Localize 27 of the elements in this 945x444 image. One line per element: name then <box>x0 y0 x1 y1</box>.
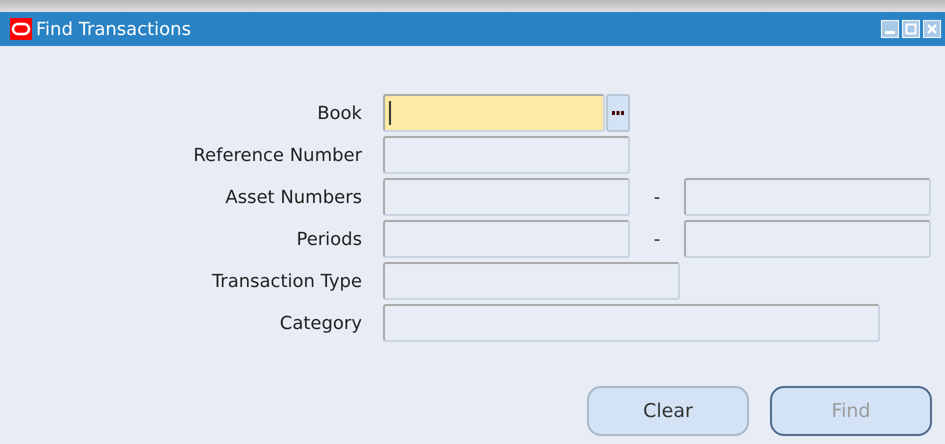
input-field[interactable] <box>684 220 931 258</box>
input-field[interactable] <box>383 304 880 342</box>
maximize-button[interactable] <box>902 20 920 38</box>
minimize-button[interactable] <box>881 20 899 38</box>
list-of-values-button[interactable] <box>606 94 630 132</box>
close-icon <box>926 23 938 35</box>
input-field[interactable] <box>383 94 605 132</box>
field-label: Asset Numbers <box>224 186 362 210</box>
window-title: Find Transactions <box>36 18 191 42</box>
maximize-icon <box>905 23 917 35</box>
app-logo-icon <box>10 18 32 40</box>
field-label: Periods <box>295 228 362 252</box>
range-separator: - <box>652 228 662 252</box>
input-field[interactable] <box>383 220 630 258</box>
field-label: Category <box>278 312 362 336</box>
field-label: Book <box>316 102 362 126</box>
input-field[interactable] <box>383 262 680 300</box>
range-separator: - <box>652 186 662 210</box>
input-field[interactable] <box>383 178 630 216</box>
action-button[interactable]: Clear <box>587 386 749 436</box>
ellipsis-icon <box>612 111 624 115</box>
minimize-icon <box>885 31 895 34</box>
field-label: Transaction Type <box>210 270 362 294</box>
field-label: Reference Number <box>192 144 362 168</box>
input-field[interactable] <box>383 136 630 174</box>
close-button[interactable] <box>923 20 941 38</box>
input-field[interactable] <box>684 178 931 216</box>
